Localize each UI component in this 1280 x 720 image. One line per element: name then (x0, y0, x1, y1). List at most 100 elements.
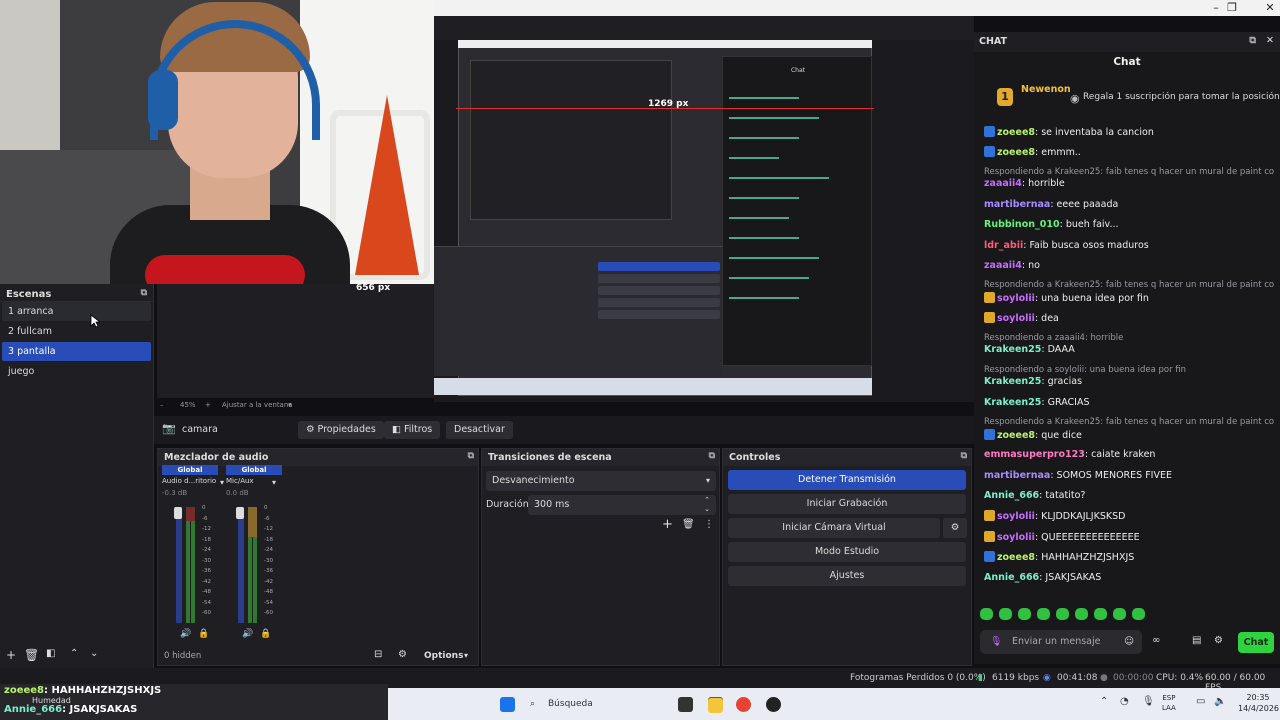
windows-start-icon[interactable] (500, 697, 515, 712)
chat-message[interactable]: soylolii: KLJDDKAJLJKSKSD (984, 510, 1274, 522)
chat-message[interactable]: zaaaii4: no (984, 260, 1274, 271)
chat-message[interactable]: Annie_666: JSAKJSAKAS (984, 572, 1274, 583)
chat-message[interactable]: soylolii: QUEEEEEEEEEEEEEE (984, 530, 1274, 543)
transition-select[interactable]: Desvanecimiento ▾ (486, 471, 716, 491)
chat-username[interactable]: zoeee8 (997, 147, 1035, 158)
chat-username[interactable]: Krakeen25 (984, 376, 1041, 387)
chat-username[interactable]: soylolii (997, 532, 1035, 543)
undock-icon[interactable]: ⧉ (141, 288, 147, 298)
more-icon[interactable]: ⋮ (704, 519, 714, 530)
settings-button[interactable]: Ajustes (728, 566, 966, 586)
task-view-icon[interactable] (678, 697, 693, 712)
pinned-gift[interactable]: 1 Newenon ◉ Regala 1 suscripción para to… (985, 80, 1280, 116)
trash-icon[interactable]: 🗑 (24, 648, 39, 662)
chat-username[interactable]: ldr_abii (984, 240, 1023, 251)
chat-username[interactable]: martibernaa (984, 199, 1050, 210)
close-icon[interactable]: ✕ (1266, 35, 1274, 46)
undock-icon[interactable]: ⧉ (961, 451, 967, 461)
zoom-in-icon[interactable]: + (205, 401, 211, 409)
chat-message[interactable]: zoeee8: HAHHAHZHZJSHXJS (984, 551, 1274, 563)
gear-icon[interactable]: ⚙ (1214, 635, 1223, 646)
volume-fader[interactable] (238, 507, 244, 623)
chat-message[interactable]: zoeee8: emmm.. (984, 146, 1274, 158)
chat-username[interactable]: Annie_666 (984, 490, 1039, 501)
add-transition-icon[interactable]: + (662, 517, 673, 532)
mic-icon[interactable]: 🎙 (990, 630, 1002, 654)
chevron-down-icon[interactable]: ▾ (288, 401, 292, 409)
chat-username[interactable]: Rubbinon_010 (984, 219, 1060, 230)
fader-handle[interactable] (236, 507, 244, 519)
chat-username[interactable]: zoeee8 (997, 552, 1035, 563)
stop-stream-button[interactable]: Detener Transmisión (728, 470, 966, 490)
lock-icon[interactable]: 🔒 (198, 629, 209, 639)
speaker-icon[interactable]: 🔊 (180, 629, 191, 639)
store-icon[interactable]: ▤ (1192, 635, 1201, 646)
scene-item-selected[interactable]: 3 pantalla (2, 342, 151, 361)
chat-username[interactable]: soylolii (997, 293, 1035, 304)
chat-message[interactable]: martibernaa: SOMOS MENORES FIVEE (984, 470, 1274, 481)
stepper-icon[interactable]: ⌃ ⌄ (704, 496, 710, 514)
chat-message[interactable]: martibernaa: eeee paaada (984, 199, 1274, 210)
chat-username[interactable]: emmasuperpro123 (984, 449, 1085, 460)
chat-message[interactable]: soylolii: dea (984, 312, 1274, 324)
add-scene-icon[interactable]: + (6, 648, 16, 662)
chat-username[interactable]: Krakeen25 (984, 397, 1041, 408)
studio-mode-button[interactable]: Modo Estudio (728, 542, 966, 562)
emote-bar[interactable] (980, 608, 1180, 622)
chevron-down-icon[interactable]: ▾ (220, 478, 224, 487)
filter-icon[interactable]: ◧ (46, 648, 55, 659)
clock[interactable]: 20:35 14/4/2026 (1238, 692, 1279, 714)
chat-input[interactable]: 🎙 Enviar un mensaje ☺ (980, 630, 1142, 654)
undock-icon[interactable]: ⧉ (1249, 35, 1256, 46)
chat-message[interactable]: Annie_666: tatatito? (984, 490, 1274, 501)
chat-message[interactable]: Krakeen25: gracias (984, 376, 1274, 387)
restore-icon[interactable]: ❐ (1222, 1, 1242, 14)
zoom-fit[interactable]: Ajustar a la ventana (222, 401, 293, 409)
scene-item[interactable]: juego (2, 362, 151, 381)
chat-username[interactable]: Krakeen25 (984, 344, 1041, 355)
settings-icon[interactable]: ⚙ (398, 649, 407, 660)
start-recording-button[interactable]: Iniciar Grabación (728, 494, 966, 514)
chat-username[interactable]: zoeee8 (997, 430, 1035, 441)
volume-fader[interactable] (176, 507, 182, 623)
start-virtual-camera-button[interactable]: Iniciar Cámara Virtual (728, 518, 940, 538)
close-icon[interactable]: ✕ (1260, 1, 1280, 14)
chat-message[interactable]: Krakeen25: DAAA (984, 344, 1274, 355)
virtual-camera-settings-button[interactable]: ⚙ (943, 518, 967, 538)
network-icon[interactable]: ▭ (1196, 696, 1205, 707)
chevron-down-icon[interactable]: ▾ (464, 651, 468, 660)
move-up-icon[interactable]: ⌃ (70, 648, 78, 659)
scene-item[interactable]: 1 arranca (2, 302, 151, 321)
taskbar-search[interactable]: ⌕ Búsqueda (524, 693, 654, 715)
properties-button[interactable]: ⚙ Propiedades (298, 421, 384, 439)
chrome-icon[interactable] (736, 697, 751, 712)
chat-username[interactable]: soylolii (997, 511, 1035, 522)
speaker-icon[interactable]: 🔊 (242, 629, 253, 639)
layout-icon[interactable]: ⊟ (374, 649, 382, 660)
trash-icon[interactable]: 🗑 (682, 519, 695, 530)
link-icon[interactable]: ∞ (1152, 635, 1160, 646)
obs-icon[interactable] (766, 697, 781, 712)
chat-message[interactable]: Rubbinon_010: bueh faiv... (984, 219, 1274, 230)
undock-icon[interactable]: ⧉ (468, 451, 474, 461)
language-indicator[interactable]: ESP LAA (1162, 693, 1176, 713)
volume-icon[interactable]: 🔈 (1214, 696, 1226, 707)
fader-handle[interactable] (174, 507, 182, 519)
tray-chevron-icon[interactable]: ⌃ (1100, 696, 1108, 707)
chat-send-button[interactable]: Chat (1238, 632, 1274, 653)
mic-icon[interactable]: 🎙 (1142, 696, 1155, 707)
chat-message[interactable]: zoeee8: se inventaba la cancion (984, 126, 1274, 138)
chat-username[interactable]: zoeee8 (997, 127, 1035, 138)
chat-message[interactable]: zoeee8: que dice (984, 428, 1274, 441)
lock-icon[interactable]: 🔒 (260, 629, 271, 639)
chat-username[interactable]: soylolii (997, 313, 1035, 324)
filters-button[interactable]: ◧ Filtros (384, 421, 441, 439)
channel-name[interactable]: Audio d...ritorio (162, 477, 218, 485)
chat-username[interactable]: zaaaii4 (984, 260, 1022, 271)
chevron-down-icon[interactable]: ▾ (272, 478, 276, 487)
zoom-out-icon[interactable]: – (160, 401, 164, 409)
wifi-icon[interactable]: ◔ (1120, 696, 1129, 707)
move-down-icon[interactable]: ⌄ (90, 648, 98, 659)
chat-message[interactable]: soylolii: una buena idea por fin (984, 292, 1274, 304)
chat-message[interactable]: zaaaii4: horrible (984, 178, 1274, 189)
